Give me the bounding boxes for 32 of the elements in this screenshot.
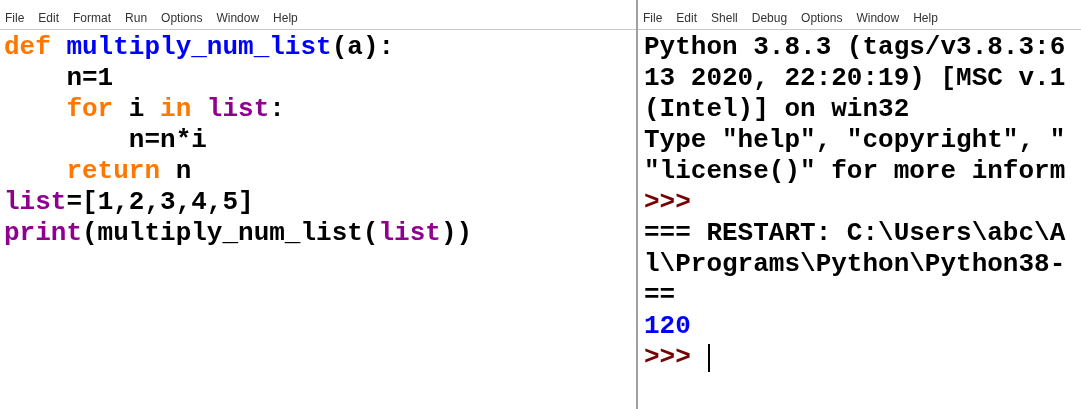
menu-item[interactable]: Options [161,10,203,28]
menu-item[interactable]: Run [125,10,148,28]
shell-line: "license()" for more inform [644,156,1066,187]
shell-line: 120 [644,311,691,342]
menu-item[interactable]: Edit [676,10,698,28]
shell-line: Type "help", "copyright", " [644,125,1066,156]
menu-item[interactable]: Help [273,10,298,28]
menu-item[interactable]: Edit [38,10,60,28]
shell-line: (Intel)] on win32 [644,94,910,125]
code-line: print(multiply_num_list(list)) [4,218,474,249]
shell-line: == [644,280,676,311]
menu-item[interactable]: Format [73,10,112,28]
menu-item[interactable]: Options [801,10,843,28]
code-line: for i in list: [65,94,286,125]
shell-line: === RESTART: C:\Users\abc\A [644,218,1066,249]
menu-item[interactable]: File [643,10,663,28]
code-line: return n [65,156,193,187]
menu-item[interactable]: Debug [751,10,788,28]
code-line: def multiply_num_list(a): [4,32,396,63]
menu-item[interactable]: File [5,10,25,28]
menu-item[interactable]: Help [913,10,938,28]
menu-item[interactable]: Window [856,10,900,28]
menu-item[interactable]: Window [216,10,260,28]
menu-item[interactable]: Shell [711,10,738,28]
shell-line: l\Programs\Python\Python38- [644,249,1066,280]
shell-line: 13 2020, 22:20:19) [MSC v.1 [644,63,1066,94]
code-line: n=n*i [127,125,208,156]
shell-line: >>> [644,342,692,373]
shell-line: Python 3.8.3 (tags/v3.8.3:6 [644,32,1066,63]
code-line: n=1 [65,63,115,94]
shell-line: >>> [644,187,691,218]
code-line: list=[1,2,3,4,5] [4,187,255,218]
